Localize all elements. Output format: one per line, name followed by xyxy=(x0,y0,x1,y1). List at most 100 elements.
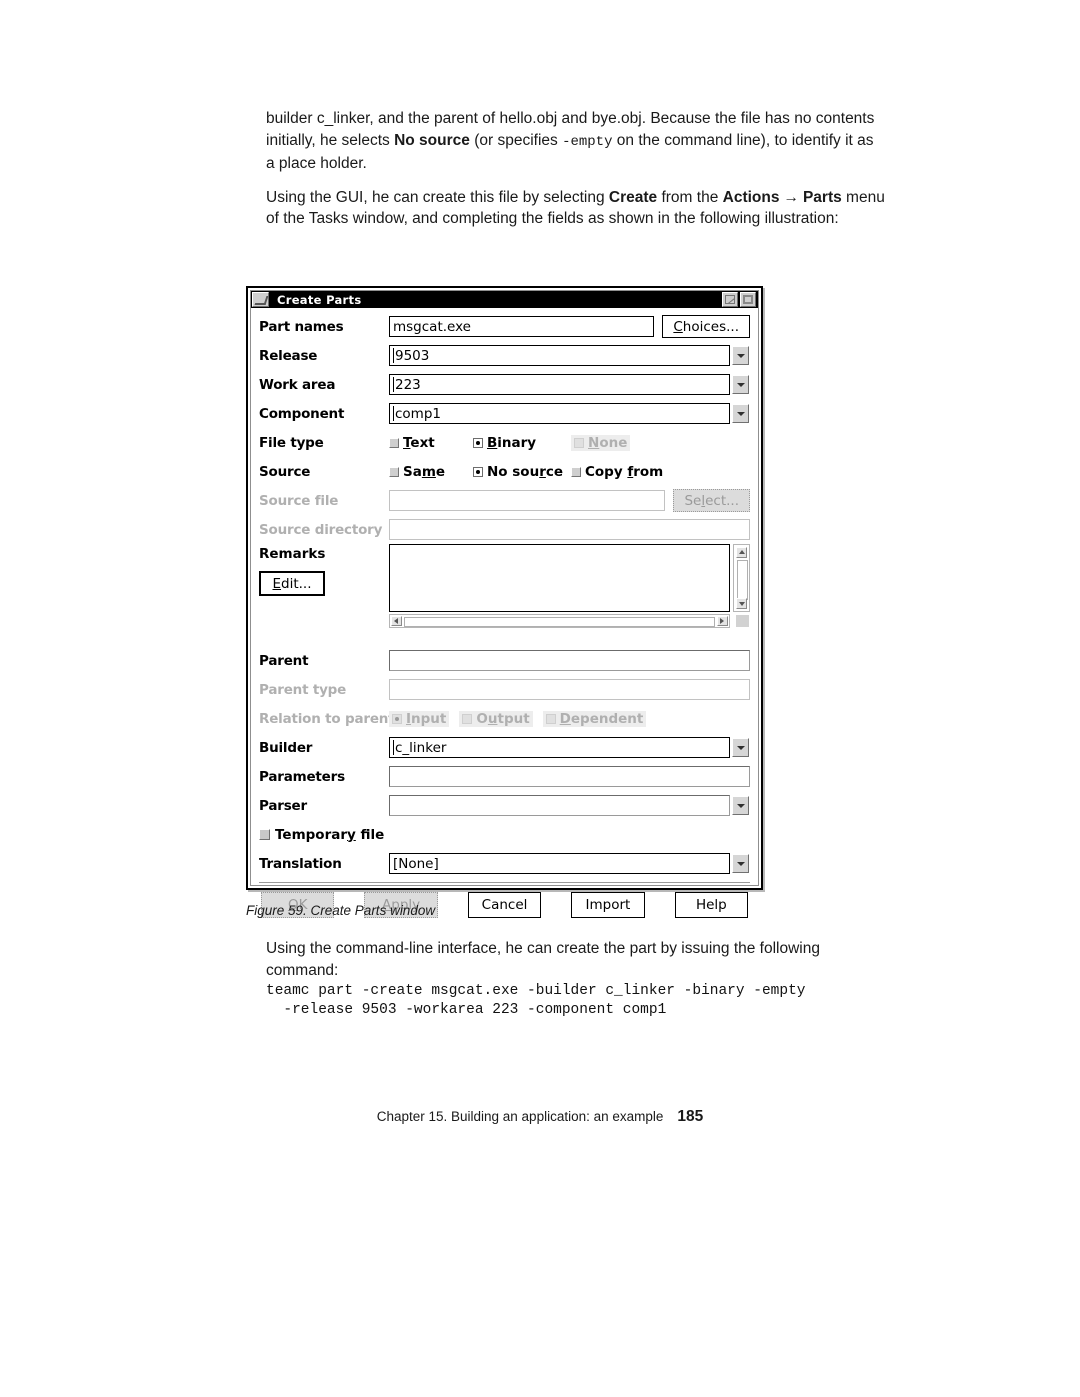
minimize-icon xyxy=(725,295,735,304)
radio-indicator-selected xyxy=(473,437,483,448)
row-part-names: Part names msgcat.exe Choices... xyxy=(259,312,750,341)
p2-bold-create: Create xyxy=(608,188,658,206)
remarks-textarea[interactable] xyxy=(389,544,730,612)
source-radio-group: Same No source Copy from xyxy=(389,464,750,480)
titlebar-buttons xyxy=(722,292,756,307)
maximize-button[interactable] xyxy=(740,292,756,307)
builder-combo[interactable]: c_linker xyxy=(389,737,749,758)
p2-bold-parts: Parts xyxy=(802,188,842,206)
remarks-vertical-scrollbar[interactable] xyxy=(733,544,750,612)
scroll-left-arrow-icon[interactable] xyxy=(391,616,402,626)
label-parent-type: Parent type xyxy=(259,681,347,698)
cancel-button[interactable]: Cancel xyxy=(467,892,542,918)
chevron-down-icon[interactable] xyxy=(732,796,749,815)
row-file-type: File type Text Binary None xyxy=(259,428,750,457)
paragraph-2: Using the GUI, he can create this file b… xyxy=(266,187,886,230)
label-relation-to-parent: Relation to parent xyxy=(259,710,395,727)
part-names-input[interactable]: msgcat.exe xyxy=(389,316,655,337)
release-combo[interactable]: 9503 xyxy=(389,345,749,366)
file-type-radio-group: Text Binary None xyxy=(389,434,750,451)
row-component: Component comp1 xyxy=(259,399,750,428)
paragraph-1: builder c_linker, and the parent of hell… xyxy=(266,108,886,175)
temporary-file-checkbox[interactable]: Temporary file xyxy=(259,827,384,843)
window-title: Create Parts xyxy=(277,292,362,307)
text-caret xyxy=(393,377,394,392)
radio-source-no-source[interactable]: No source xyxy=(473,464,565,480)
scroll-right-arrow-icon[interactable] xyxy=(717,616,728,626)
button-bar-divider xyxy=(259,882,750,883)
component-combo[interactable]: comp1 xyxy=(389,403,749,424)
remarks-horizontal-scrollbar[interactable] xyxy=(389,614,730,628)
window-inner-frame: Create Parts Part names msgcat.exe Choic… xyxy=(250,290,759,918)
create-parts-window[interactable]: Create Parts Part names msgcat.exe Choic… xyxy=(246,286,763,918)
radio-indicator xyxy=(462,713,473,724)
source-file-input xyxy=(389,490,666,511)
radio-indicator xyxy=(571,466,581,477)
row-work-area: Work area 223 xyxy=(259,370,750,399)
scroll-up-arrow-icon[interactable] xyxy=(736,547,747,558)
label-translation: Translation xyxy=(259,855,342,872)
row-builder: Builder c_linker xyxy=(259,733,750,762)
component-value: comp1 xyxy=(395,405,441,422)
row-release: Release 9503 xyxy=(259,341,750,370)
edit-button[interactable]: Edit... xyxy=(259,571,325,596)
radio-source-copy-from[interactable]: Copy from xyxy=(571,464,663,480)
minimize-button[interactable] xyxy=(722,292,738,307)
relation-radio-group: Input Output Dependent xyxy=(389,710,750,727)
chevron-down-icon[interactable] xyxy=(732,854,749,873)
text-caret xyxy=(393,406,394,421)
radio-source-same[interactable]: Same xyxy=(389,464,467,480)
parser-combo[interactable] xyxy=(389,795,749,816)
row-remarks: Remarks Edit... xyxy=(259,544,750,632)
radio-file-type-binary[interactable]: Binary xyxy=(473,435,565,451)
select-button: Select... xyxy=(673,489,750,512)
row-translation: Translation [None] xyxy=(259,849,750,878)
radio-indicator xyxy=(574,437,584,448)
radio-indicator xyxy=(389,437,399,448)
chevron-down-icon[interactable] xyxy=(732,404,749,423)
row-parser: Parser xyxy=(259,791,750,820)
radio-indicator-selected xyxy=(392,713,402,724)
radio-relation-output: Output xyxy=(459,710,533,727)
help-button[interactable]: Help xyxy=(674,892,749,918)
horizontal-scroll-thumb[interactable] xyxy=(404,617,715,627)
import-button[interactable]: Import xyxy=(571,892,645,918)
label-parameters: Parameters xyxy=(259,768,345,785)
row-parent: Parent xyxy=(259,646,750,675)
source-directory-input xyxy=(389,519,750,540)
translation-combo[interactable]: [None] xyxy=(389,853,749,874)
remarks-textarea-wrapper xyxy=(389,544,750,628)
label-remarks: Remarks xyxy=(259,546,326,562)
window-titlebar[interactable]: Create Parts xyxy=(251,291,758,308)
chevron-down-icon[interactable] xyxy=(732,738,749,757)
work-area-combo[interactable]: 223 xyxy=(389,374,749,395)
p1-mono-empty: -empty xyxy=(562,133,613,150)
label-part-names: Part names xyxy=(259,318,344,335)
vertical-scroll-thumb[interactable] xyxy=(737,560,748,600)
label-parent: Parent xyxy=(259,652,309,669)
parameters-input[interactable] xyxy=(389,766,750,787)
command-code-block: teamc part -create msgcat.exe -builder c… xyxy=(266,983,806,1018)
text-caret xyxy=(393,740,394,755)
radio-file-type-text[interactable]: Text xyxy=(389,435,467,451)
work-area-value: 223 xyxy=(395,376,421,393)
row-parameters: Parameters xyxy=(259,762,750,791)
menu-arrow-icon: → xyxy=(783,188,799,206)
figure-caption: Figure 59. Create Parts window xyxy=(246,903,436,918)
parent-type-input xyxy=(389,679,750,700)
page-footer: Chapter 15. Building an application: an … xyxy=(0,1108,1080,1126)
row-temporary-file: Temporary file xyxy=(259,820,750,849)
system-menu-icon[interactable] xyxy=(252,292,269,307)
parent-input[interactable] xyxy=(389,650,750,671)
label-builder: Builder xyxy=(259,739,313,756)
release-value: 9503 xyxy=(395,347,430,364)
choices-button-label-rest: hoices... xyxy=(682,318,739,335)
row-parent-type: Parent type xyxy=(259,675,750,704)
chevron-down-icon[interactable] xyxy=(732,375,749,394)
translation-value: [None] xyxy=(393,855,439,872)
scroll-down-arrow-icon[interactable] xyxy=(736,598,747,609)
choices-button[interactable]: Choices... xyxy=(662,315,750,338)
chevron-down-icon[interactable] xyxy=(732,346,749,365)
label-parser: Parser xyxy=(259,797,307,814)
row-source-directory: Source directory xyxy=(259,515,750,544)
